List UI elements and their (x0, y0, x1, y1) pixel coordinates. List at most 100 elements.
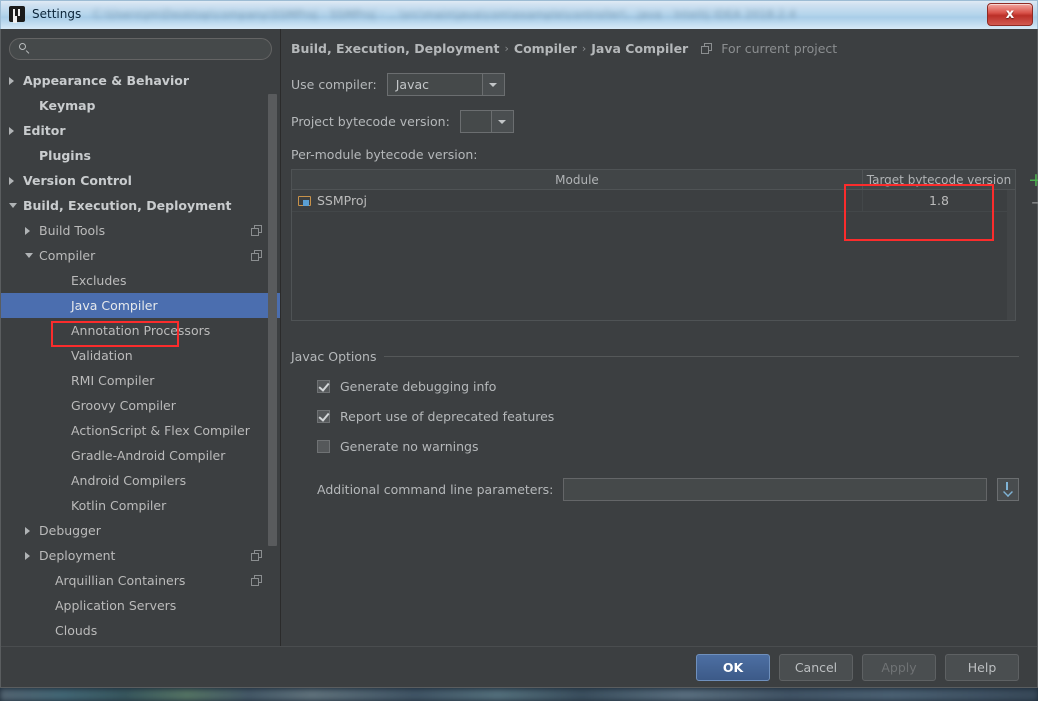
use-compiler-row: Use compiler: Javac (291, 73, 1019, 96)
breadcrumb-separator: › (504, 42, 509, 55)
sidebar-item-android-compilers[interactable]: Android Compilers (1, 468, 280, 493)
sidebar-item-validation[interactable]: Validation (1, 343, 280, 368)
checkbox-row-generate-debugging-info[interactable]: Generate debugging info (291, 379, 1019, 394)
sidebar-item-kotlin-compiler[interactable]: Kotlin Compiler (1, 493, 280, 518)
breadcrumb-item-0[interactable]: Build, Execution, Deployment (291, 41, 499, 56)
table-row[interactable]: SSMProj 1.8 (292, 190, 1015, 212)
sidebar-item-editor[interactable]: Editor (1, 118, 280, 143)
project-scope-icon (701, 43, 713, 54)
sidebar-item-excludes[interactable]: Excludes (1, 268, 280, 293)
javac-options-group: Javac Options Generate debugging info Re… (291, 349, 1019, 501)
sidebar-item-label: Keymap (39, 98, 96, 113)
sidebar-item-label: Version Control (23, 173, 132, 188)
breadcrumb-separator: › (581, 42, 587, 55)
sidebar-item-build-tools[interactable]: Build Tools (1, 218, 280, 243)
close-icon[interactable]: x (987, 3, 1033, 26)
chevron-right-icon[interactable] (25, 527, 30, 535)
table-cell-target-bytecode[interactable]: 1.8 (863, 190, 1015, 211)
title-bar: Settings C:\Users\jm\Desktop\company\SSM… (0, 0, 1038, 29)
search-input[interactable] (31, 41, 262, 57)
settings-sidebar: Appearance & Behavior Keymap Editor Plugins… (1, 29, 281, 646)
project-bytecode-dropdown[interactable] (459, 110, 514, 133)
expand-editor-icon[interactable] (997, 478, 1019, 501)
add-module-button[interactable]: + (1026, 169, 1038, 191)
sidebar-item-label: Compiler (39, 248, 96, 263)
breadcrumb: Build, Execution, Deployment › Compiler … (291, 41, 1019, 56)
table-column-module[interactable]: Module (292, 170, 863, 189)
sidebar-scrollbar[interactable] (268, 68, 277, 646)
sidebar-item-label: ActionScript & Flex Compiler (71, 423, 250, 438)
sidebar-item-label: Clouds (55, 623, 98, 638)
checkbox-row-generate-no-warnings[interactable]: Generate no warnings (291, 439, 1019, 454)
additional-parameters-row: Additional command line parameters: (291, 478, 1019, 501)
checkbox-row-report-deprecated[interactable]: Report use of deprecated features (291, 409, 1019, 424)
sidebar-item-version-control[interactable]: Version Control (1, 168, 280, 193)
sidebar-item-java-compiler[interactable]: Java Compiler (1, 293, 280, 318)
sidebar-item-label: Groovy Compiler (71, 398, 176, 413)
sidebar-item-label: Java Compiler (71, 298, 158, 313)
remove-module-button[interactable]: – (1026, 191, 1038, 213)
sidebar-item-actionscript-flex-compiler[interactable]: ActionScript & Flex Compiler (1, 418, 280, 443)
search-icon (19, 43, 31, 55)
sidebar-item-keymap[interactable]: Keymap (1, 93, 280, 118)
table-header: Module Target bytecode version (292, 170, 1015, 190)
additional-parameters-label: Additional command line parameters: (317, 482, 554, 497)
sidebar-item-appearance-behavior[interactable]: Appearance & Behavior (1, 68, 280, 93)
sidebar-item-deployment[interactable]: Deployment (1, 543, 280, 568)
project-scope-icon (251, 550, 262, 561)
javac-options-legend: Javac Options (291, 349, 377, 364)
window-title: Settings (32, 7, 82, 21)
sidebar-item-debugger[interactable]: Debugger (1, 518, 280, 543)
search-wrapper (1, 29, 280, 66)
sidebar-item-arquillian-containers[interactable]: Arquillian Containers (1, 568, 280, 593)
module-folder-icon (298, 195, 311, 207)
project-bytecode-label: Project bytecode version: (291, 114, 450, 129)
table-column-target-bytecode[interactable]: Target bytecode version (863, 170, 1015, 189)
sidebar-item-compiler[interactable]: Compiler (1, 243, 280, 268)
table-cell-module: SSMProj (292, 190, 863, 211)
ok-button[interactable]: OK (696, 653, 770, 681)
intellij-idea-icon (9, 6, 25, 22)
title-bar-left: Settings (9, 6, 81, 22)
chevron-down-icon[interactable] (9, 203, 17, 208)
chevron-right-icon[interactable] (25, 552, 30, 560)
cancel-button[interactable]: Cancel (779, 653, 853, 681)
project-bytecode-row: Project bytecode version: (291, 110, 1019, 133)
group-divider (384, 356, 1019, 357)
additional-parameters-input[interactable] (563, 478, 987, 501)
project-scope-icon (251, 225, 262, 236)
project-scope-icon (251, 250, 262, 261)
breadcrumb-item-2[interactable]: Java Compiler (591, 41, 688, 56)
search-box[interactable] (9, 38, 272, 60)
scope-label: For current project (721, 41, 838, 56)
sidebar-item-groovy-compiler[interactable]: Groovy Compiler (1, 393, 280, 418)
chevron-right-icon[interactable] (9, 177, 14, 185)
checkbox-generate-debugging-info[interactable] (317, 380, 330, 393)
sidebar-item-gradle-android-compiler[interactable]: Gradle-Android Compiler (1, 443, 280, 468)
sidebar-item-annotation-processors[interactable]: Annotation Processors (1, 318, 280, 343)
sidebar-item-clouds[interactable]: Clouds (1, 618, 280, 643)
checkbox-report-use-of-deprecated-features[interactable] (317, 410, 330, 423)
chevron-right-icon[interactable] (9, 127, 14, 135)
project-bytecode-value (461, 111, 491, 132)
use-compiler-dropdown[interactable]: Javac (386, 73, 505, 96)
checkbox-label: Report use of deprecated features (340, 409, 555, 424)
chevron-right-icon[interactable] (25, 227, 30, 235)
settings-tree[interactable]: Appearance & Behavior Keymap Editor Plugins… (1, 68, 280, 646)
sidebar-item-application-servers[interactable]: Application Servers (1, 593, 280, 618)
chevron-down-icon[interactable] (25, 253, 33, 258)
breadcrumb-item-1[interactable]: Compiler (514, 41, 577, 56)
checkbox-generate-no-warnings[interactable] (317, 440, 330, 453)
checkbox-label: Generate no warnings (340, 439, 479, 454)
chevron-right-icon[interactable] (9, 77, 14, 85)
help-button[interactable]: Help (945, 653, 1019, 681)
sidebar-item-build-execution-deployment[interactable]: Build, Execution, Deployment (1, 193, 280, 218)
sidebar-scrollbar-thumb[interactable] (268, 94, 277, 546)
table-scrollbar[interactable] (1007, 190, 1015, 320)
sidebar-item-rmi-compiler[interactable]: RMI Compiler (1, 368, 280, 393)
sidebar-item-label: Deployment (39, 548, 116, 563)
sidebar-item-plugins[interactable]: Plugins (1, 143, 280, 168)
sidebar-item-label: RMI Compiler (71, 373, 155, 388)
sidebar-item-label: Gradle-Android Compiler (71, 448, 226, 463)
per-module-table[interactable]: Module Target bytecode version SSMProj 1… (291, 169, 1016, 321)
